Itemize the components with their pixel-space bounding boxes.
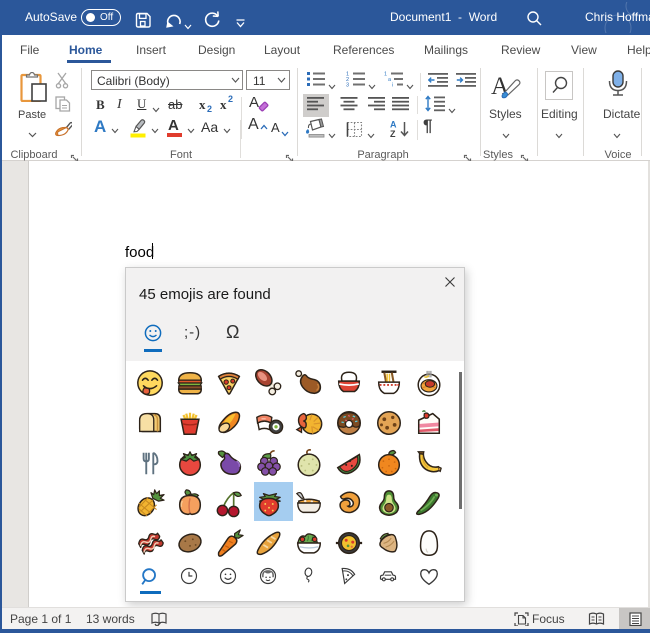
svg-text:i: i bbox=[392, 83, 393, 89]
svg-text:3: 3 bbox=[346, 83, 349, 89]
svg-text:1: 1 bbox=[384, 72, 387, 78]
svg-text:A: A bbox=[390, 120, 397, 130]
svg-text:Z: Z bbox=[390, 129, 396, 138]
